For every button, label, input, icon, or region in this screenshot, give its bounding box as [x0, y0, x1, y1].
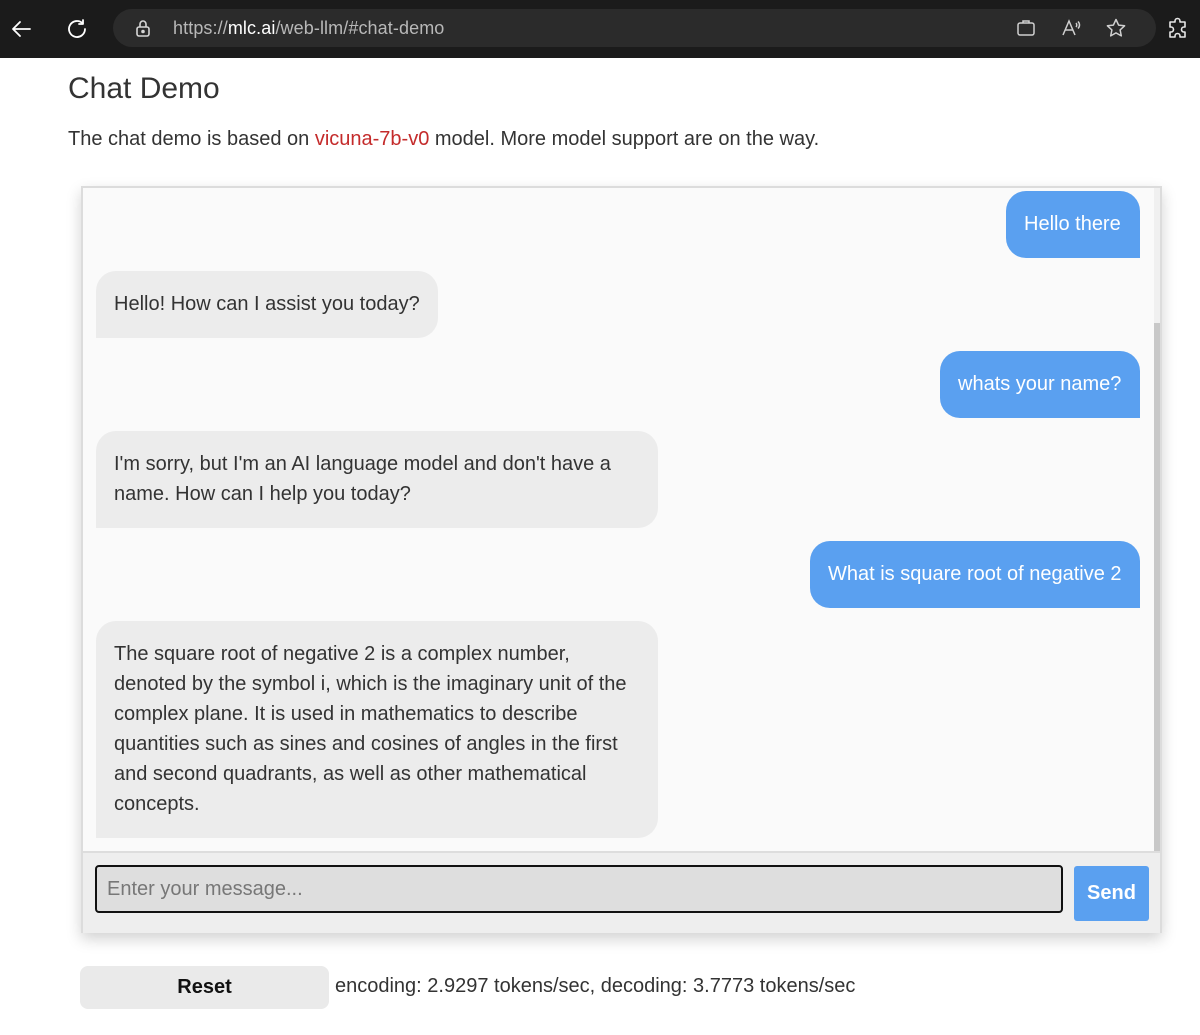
browser-toolbar: https://mlc.ai/web-llm/#chat-demo	[0, 0, 1200, 58]
user-message: Hello there	[1006, 191, 1140, 258]
scrollbar-thumb[interactable]	[1154, 323, 1160, 851]
lock-icon	[133, 18, 153, 38]
read-aloud-icon[interactable]	[1060, 17, 1082, 39]
back-arrow-icon[interactable]	[2, 9, 42, 49]
speed-stats: encoding: 2.9297 tokens/sec, decoding: 3…	[335, 975, 856, 997]
url-path: /web-llm/#chat-demo	[275, 18, 445, 38]
model-link[interactable]: vicuna-7b-v0	[315, 128, 430, 150]
bot-message: I'm sorry, but I'm an AI language model …	[96, 431, 658, 528]
chat-container: Hello there Hello! How can I assist you …	[81, 186, 1162, 933]
url-host: mlc.ai	[227, 18, 276, 38]
bot-message: Hello! How can I assist you today?	[96, 271, 438, 338]
message-input[interactable]	[95, 865, 1063, 913]
extensions-icon[interactable]	[1166, 16, 1192, 42]
url-text[interactable]: https://mlc.ai/web-llm/#chat-demo	[173, 18, 444, 39]
tab-icon[interactable]	[1015, 17, 1037, 39]
address-bar[interactable]: https://mlc.ai/web-llm/#chat-demo	[113, 9, 1156, 47]
input-row: Send	[83, 851, 1160, 933]
description-text: The chat demo is based on	[68, 128, 315, 150]
page-description: The chat demo is based on vicuna-7b-v0 m…	[68, 128, 819, 151]
user-message: whats your name?	[940, 351, 1140, 418]
user-message: What is square root of negative 2	[810, 541, 1140, 608]
page-title: Chat Demo	[68, 72, 220, 105]
reload-icon[interactable]	[57, 9, 97, 49]
reset-button[interactable]: Reset	[80, 966, 329, 1009]
chat-history[interactable]: Hello there Hello! How can I assist you …	[83, 188, 1160, 851]
url-prefix: https://	[173, 18, 228, 38]
favorite-star-icon[interactable]	[1105, 17, 1127, 39]
description-text-end: model. More model support are on the way…	[429, 128, 820, 150]
send-button[interactable]: Send	[1074, 866, 1149, 921]
bot-message: The square root of negative 2 is a compl…	[96, 621, 658, 838]
